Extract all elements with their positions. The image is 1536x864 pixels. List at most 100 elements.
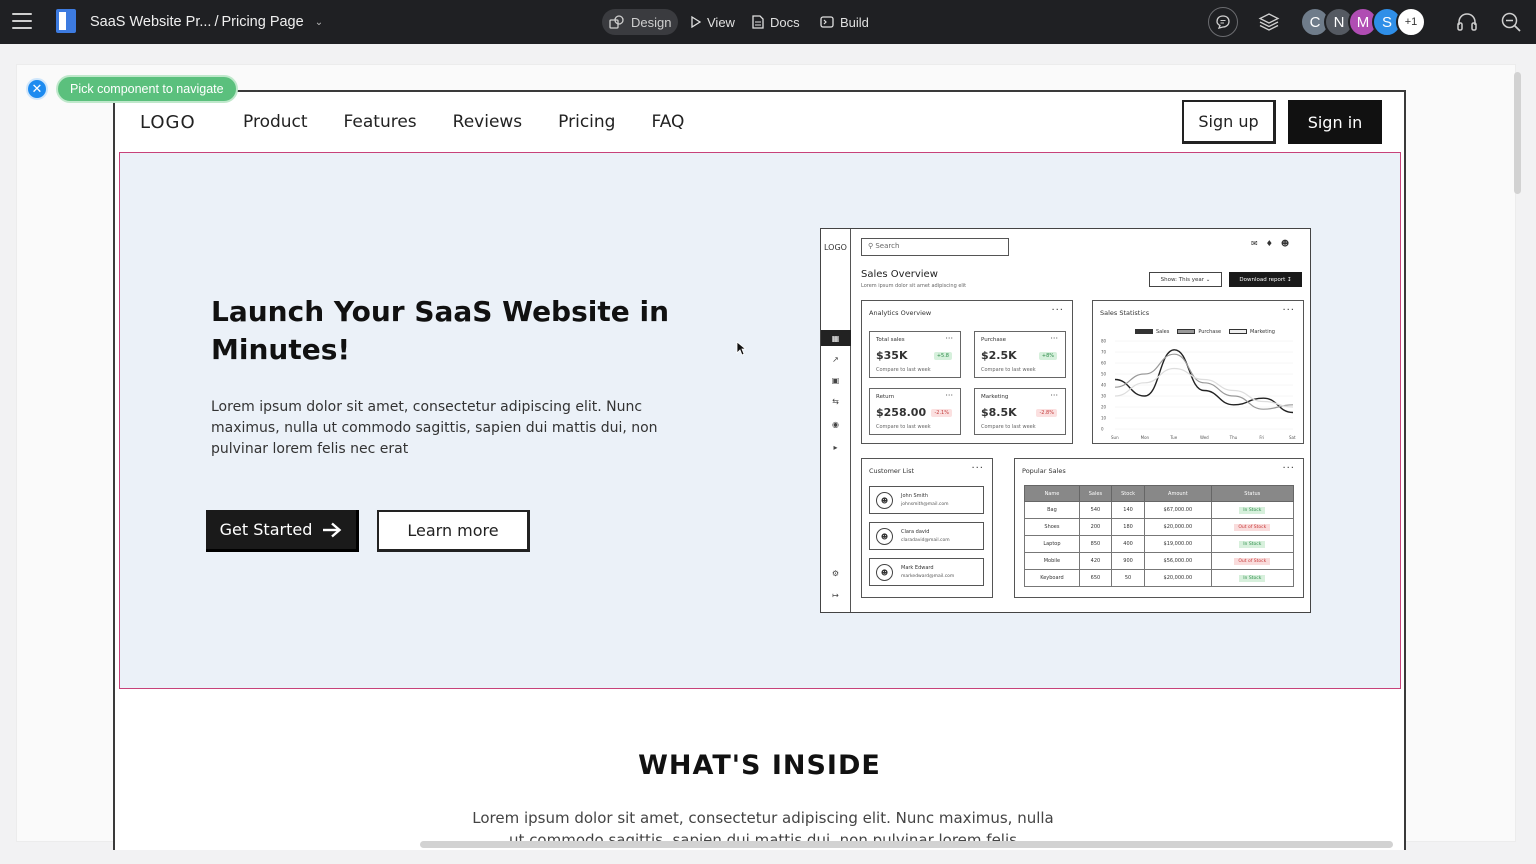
table-cell: In Stock <box>1210 569 1295 587</box>
table-cell: In Stock <box>1210 501 1295 519</box>
dashboard-subtitle: Lorem ipsum dolor sit amet adipiscing el… <box>861 283 967 289</box>
column-header: Amount <box>1144 485 1212 502</box>
nav-link-product[interactable]: Product <box>243 112 308 132</box>
logout-icon: ↦ <box>832 591 839 600</box>
popular-sales-panel: Popular Sales ··· Name Sales Stock Amoun… <box>1014 458 1304 598</box>
get-started-button[interactable]: Get Started <box>206 510 359 552</box>
kpi-value: $2.5K <box>981 349 1017 362</box>
play-icon <box>691 16 701 28</box>
collaborator-avatars[interactable]: C N M S +1 <box>1300 6 1426 38</box>
profile-icon: ☻ <box>1280 239 1290 248</box>
table-cell: $56,000.00 <box>1144 552 1212 570</box>
customer-name: Mark Edward <box>901 565 934 571</box>
nav-link-faq[interactable]: FAQ <box>651 112 684 132</box>
table-cell: 850 <box>1078 535 1112 553</box>
status-badge: Out of Stock <box>1234 524 1271 531</box>
kpi-compare: Compare to last week <box>876 424 931 430</box>
breadcrumb-page[interactable]: Pricing Page <box>221 14 303 30</box>
chevron-down-icon[interactable]: ⌄ <box>315 17 323 28</box>
breadcrumb[interactable]: SaaS Website Pr... / Pricing Page ⌄ <box>90 12 323 32</box>
site-logo[interactable]: LOGO <box>140 112 196 133</box>
y-tick-label: 30 <box>1101 394 1107 399</box>
pick-component-label: Pick component to navigate <box>70 82 224 96</box>
learn-more-button[interactable]: Learn more <box>377 510 530 552</box>
table-row: Mobile 420 900 $56,000.00 Out of Stock <box>1024 552 1295 570</box>
status-badge: In Stock <box>1239 507 1266 514</box>
x-tick-label: Fri <box>1259 435 1264 440</box>
column-header: Name <box>1024 485 1080 502</box>
kpi-change-badge: +8% <box>1038 352 1057 360</box>
more-icon: ··· <box>945 391 953 400</box>
mode-design-button[interactable]: Design <box>602 9 679 35</box>
customer-item: ☻ Clara david claradavid@mail.com <box>869 522 984 550</box>
kpi-card: Return ··· $258.00 -2.1% Compare to last… <box>869 388 961 435</box>
x-tick-label: Wed <box>1200 435 1209 440</box>
headset-icon[interactable] <box>1455 11 1479 33</box>
period-select: Show: This year ⌄ <box>1149 272 1222 287</box>
more-icon: ··· <box>1051 305 1064 316</box>
nav-link-reviews[interactable]: Reviews <box>453 112 523 132</box>
customer-item: ☻ Mark Edward markedward@mail.com <box>869 558 984 586</box>
comments-icon[interactable] <box>1208 7 1238 37</box>
customer-list-panel: Customer List ··· ☻ John Smith johnsmith… <box>861 458 993 598</box>
mode-build-button[interactable]: Build <box>813 9 876 35</box>
customer-email: markedward@mail.com <box>901 574 955 579</box>
sign-up-button[interactable]: Sign up <box>1182 100 1276 144</box>
kpi-label: Total sales <box>876 337 905 343</box>
y-tick-label: 0 <box>1101 427 1104 432</box>
menu-icon[interactable] <box>12 13 32 29</box>
kpi-change-badge: -2.8% <box>1036 409 1057 417</box>
app-logo-icon[interactable] <box>56 9 76 33</box>
more-icon: ··· <box>945 334 953 343</box>
dashboard-mockup[interactable]: LOGO ▦ ↗ ▣ ⇆ ◉ ▸ ⚙ ↦ ⚲ Search ✉ ♦ ☻ Sale… <box>820 228 1311 613</box>
kpi-card: Total sales ··· $35K +5.8 Compare to las… <box>869 331 961 378</box>
download-report-button: Download report ↧ <box>1229 272 1302 287</box>
download-report-label: Download report <box>1239 276 1286 283</box>
horizontal-scrollbar[interactable] <box>420 841 1393 848</box>
avatar-initial: N <box>1333 13 1345 31</box>
transfer-icon: ⇆ <box>832 397 839 406</box>
avatar-more[interactable]: +1 <box>1396 7 1426 37</box>
app-toolbar: SaaS Website Pr... / Pricing Page ⌄ Desi… <box>0 0 1536 44</box>
close-icon[interactable]: ✕ <box>26 78 48 100</box>
more-icon: ··· <box>1282 305 1295 316</box>
breadcrumb-project[interactable]: SaaS Website Pr... <box>90 14 211 30</box>
terminal-icon <box>820 16 834 28</box>
x-tick-label: Thu <box>1229 435 1238 440</box>
kpi-compare: Compare to last week <box>876 367 931 373</box>
sign-in-button[interactable]: Sign in <box>1288 100 1382 144</box>
kpi-value: $35K <box>876 349 908 362</box>
grid-icon: ▦ <box>831 334 840 343</box>
x-tick-label: Tue <box>1169 435 1177 440</box>
page-frame[interactable]: LOGO Product Features Reviews Pricing FA… <box>113 90 1406 850</box>
sales-line-chart: 80 70 60 50 40 30 20 10 0 Sun Mon Tue Wed Thu Fri Sat <box>1101 339 1296 441</box>
mode-docs-button[interactable]: Docs <box>745 9 807 35</box>
mode-view-button[interactable]: View <box>684 9 742 35</box>
nav-link-features[interactable]: Features <box>344 112 417 132</box>
series-line <box>1114 349 1294 414</box>
more-icon: ··· <box>1282 463 1295 474</box>
avatar-initial: C <box>1309 13 1321 31</box>
layers-icon[interactable] <box>1258 11 1280 33</box>
table-cell: Laptop <box>1024 535 1080 553</box>
dashboard-sidebar: LOGO ▦ ↗ ▣ ⇆ ◉ ▸ ⚙ ↦ <box>821 229 851 612</box>
nav-link-pricing[interactable]: Pricing <box>558 112 615 132</box>
more-icon: ··· <box>1050 334 1058 343</box>
y-tick-label: 50 <box>1101 372 1107 377</box>
table-cell: $20,000.00 <box>1144 518 1212 536</box>
hero-section[interactable]: Launch Your SaaS Website in Minutes! Lor… <box>119 152 1401 689</box>
breadcrumb-separator: / <box>214 14 219 30</box>
avatar-initial: S <box>1381 13 1392 31</box>
hero-title: Launch Your SaaS Website in Minutes! <box>211 295 670 366</box>
kpi-label: Marketing <box>981 394 1009 400</box>
y-tick-label: 40 <box>1101 383 1107 388</box>
wallet-icon: ▣ <box>831 376 840 385</box>
table-row: Shoes 200 180 $20,000.00 Out of Stock <box>1024 518 1295 536</box>
vertical-scrollbar[interactable] <box>1514 72 1521 194</box>
site-nav: Product Features Reviews Pricing FAQ <box>243 112 684 132</box>
mouse-cursor-icon <box>736 341 746 356</box>
more-icon: ··· <box>1050 391 1058 400</box>
zoom-out-icon[interactable] <box>1499 11 1523 33</box>
mode-design-label: Design <box>631 14 672 30</box>
section-title: WHAT'S INSIDE <box>638 750 881 781</box>
